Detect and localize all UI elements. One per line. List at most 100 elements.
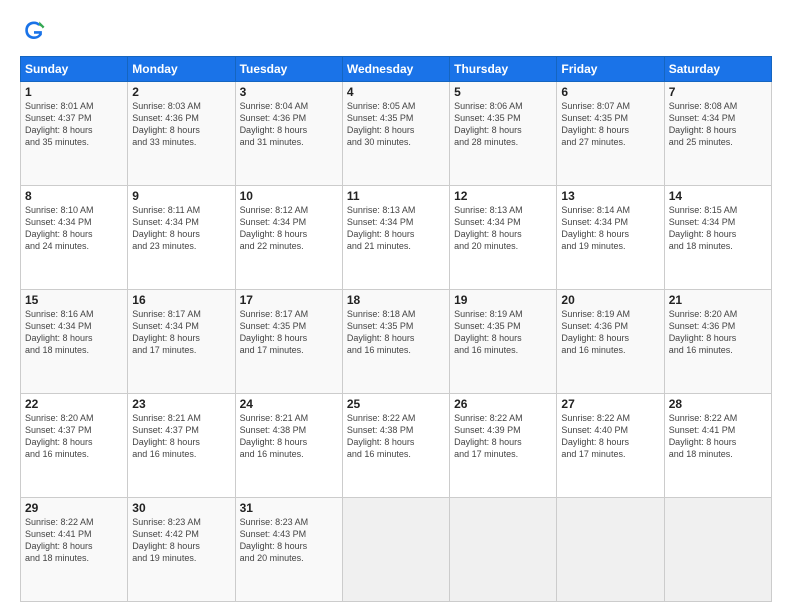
calendar-cell: 12Sunrise: 8:13 AMSunset: 4:34 PMDayligh…	[450, 186, 557, 290]
sunrise: Sunrise: 8:05 AM	[347, 101, 416, 111]
sunset: Sunset: 4:35 PM	[561, 113, 628, 123]
day-number: 7	[669, 85, 767, 99]
day-number: 5	[454, 85, 552, 99]
sunset: Sunset: 4:34 PM	[240, 217, 307, 227]
sunset: Sunset: 4:36 PM	[669, 321, 736, 331]
sunrise: Sunrise: 8:21 AM	[132, 413, 201, 423]
day-number: 3	[240, 85, 338, 99]
calendar-cell: 3Sunrise: 8:04 AMSunset: 4:36 PMDaylight…	[235, 82, 342, 186]
sunrise: Sunrise: 8:22 AM	[347, 413, 416, 423]
day-info: Sunrise: 8:19 AMSunset: 4:36 PMDaylight:…	[561, 308, 659, 357]
daylight: Daylight: 8 hoursand 23 minutes.	[132, 229, 200, 251]
sunset: Sunset: 4:41 PM	[669, 425, 736, 435]
weekday-header-friday: Friday	[557, 57, 664, 82]
sunset: Sunset: 4:43 PM	[240, 529, 307, 539]
calendar-cell: 8Sunrise: 8:10 AMSunset: 4:34 PMDaylight…	[21, 186, 128, 290]
sunrise: Sunrise: 8:04 AM	[240, 101, 309, 111]
daylight: Daylight: 8 hoursand 35 minutes.	[25, 125, 93, 147]
week-row-1: 1Sunrise: 8:01 AMSunset: 4:37 PMDaylight…	[21, 82, 772, 186]
day-info: Sunrise: 8:18 AMSunset: 4:35 PMDaylight:…	[347, 308, 445, 357]
weekday-header-tuesday: Tuesday	[235, 57, 342, 82]
sunset: Sunset: 4:35 PM	[454, 113, 521, 123]
calendar-cell: 11Sunrise: 8:13 AMSunset: 4:34 PMDayligh…	[342, 186, 449, 290]
sunset: Sunset: 4:35 PM	[347, 321, 414, 331]
sunrise: Sunrise: 8:19 AM	[561, 309, 630, 319]
sunset: Sunset: 4:35 PM	[240, 321, 307, 331]
daylight: Daylight: 8 hoursand 19 minutes.	[132, 541, 200, 563]
calendar-cell	[664, 498, 771, 602]
calendar-cell: 23Sunrise: 8:21 AMSunset: 4:37 PMDayligh…	[128, 394, 235, 498]
calendar-cell: 9 Sunrise: 8:11 AM Sunset: 4:34 PM Daylight…	[128, 186, 235, 290]
sunset: Sunset: 4:34 PM	[132, 321, 199, 331]
calendar-cell: 16Sunrise: 8:17 AMSunset: 4:34 PMDayligh…	[128, 290, 235, 394]
sunrise: Sunrise: 8:19 AM	[454, 309, 523, 319]
day-info: Sunrise: 8:07 AMSunset: 4:35 PMDaylight:…	[561, 100, 659, 149]
day-number: 26	[454, 397, 552, 411]
daylight: Daylight: 8 hoursand 19 minutes.	[561, 229, 629, 251]
calendar-cell: 29Sunrise: 8:22 AMSunset: 4:41 PMDayligh…	[21, 498, 128, 602]
day-number: 10	[240, 189, 338, 203]
sunrise: Sunrise: 8:22 AM	[669, 413, 738, 423]
day-info: Sunrise: 8:12 AMSunset: 4:34 PMDaylight:…	[240, 204, 338, 253]
sunrise: Sunrise: 8:11 AM	[132, 205, 200, 215]
calendar-cell: 13Sunrise: 8:14 AMSunset: 4:34 PMDayligh…	[557, 186, 664, 290]
day-info: Sunrise: 8:22 AMSunset: 4:40 PMDaylight:…	[561, 412, 659, 461]
day-info: Sunrise: 8:01 AMSunset: 4:37 PMDaylight:…	[25, 100, 123, 149]
calendar-cell: 19Sunrise: 8:19 AMSunset: 4:35 PMDayligh…	[450, 290, 557, 394]
page: SundayMondayTuesdayWednesdayThursdayFrid…	[0, 0, 792, 612]
day-info: Sunrise: 8:04 AMSunset: 4:36 PMDaylight:…	[240, 100, 338, 149]
daylight: Daylight: 8 hoursand 16 minutes.	[25, 437, 93, 459]
calendar-cell: 10Sunrise: 8:12 AMSunset: 4:34 PMDayligh…	[235, 186, 342, 290]
sunset: Sunset: 4:36 PM	[561, 321, 628, 331]
day-info: Sunrise: 8:10 AMSunset: 4:34 PMDaylight:…	[25, 204, 123, 253]
calendar-cell: 14Sunrise: 8:15 AMSunset: 4:34 PMDayligh…	[664, 186, 771, 290]
week-row-5: 29 Sunrise: 8:22 AM Sunset: 4:41 PM Dayligh…	[21, 498, 772, 602]
daylight: Daylight: 8 hoursand 18 minutes.	[669, 229, 737, 251]
day-info: Sunrise: 8:17 AMSunset: 4:34 PMDaylight:…	[132, 308, 230, 357]
sunset: Sunset: 4:37 PM	[132, 425, 199, 435]
day-number: 29	[25, 501, 123, 515]
sunset: Sunset: 4:41 PM	[25, 529, 92, 539]
day-info: Sunrise: 8:21 AMSunset: 4:37 PMDaylight:…	[132, 412, 230, 461]
sunset: Sunset: 4:34 PM	[25, 217, 92, 227]
day-number: 21	[669, 293, 767, 307]
sunset: Sunset: 4:42 PM	[132, 529, 199, 539]
calendar-cell: 6Sunrise: 8:07 AMSunset: 4:35 PMDaylight…	[557, 82, 664, 186]
weekday-header-sunday: Sunday	[21, 57, 128, 82]
daylight: Daylight: 8 hoursand 27 minutes.	[561, 125, 629, 147]
day-info: Sunrise: 8:17 AMSunset: 4:35 PMDaylight:…	[240, 308, 338, 357]
day-info: Sunrise: 8:20 AMSunset: 4:37 PMDaylight:…	[25, 412, 123, 461]
day-info: Sunrise: 8:03 AMSunset: 4:36 PMDaylight:…	[132, 100, 230, 149]
day-info: Sunrise: 8:20 AMSunset: 4:36 PMDaylight:…	[669, 308, 767, 357]
sunrise: Sunrise: 8:22 AM	[25, 517, 94, 527]
day-info: Sunrise: 8:06 AMSunset: 4:35 PMDaylight:…	[454, 100, 552, 149]
calendar-cell: 25Sunrise: 8:22 AMSunset: 4:38 PMDayligh…	[342, 394, 449, 498]
daylight: Daylight: 8 hoursand 16 minutes.	[454, 333, 522, 355]
day-number: 8	[25, 189, 123, 203]
sunset: Sunset: 4:34 PM	[561, 217, 628, 227]
day-info: Sunrise: 8:22 AMSunset: 4:41 PMDaylight:…	[669, 412, 767, 461]
day-number: 30	[132, 501, 230, 515]
daylight: Daylight: 8 hoursand 17 minutes.	[240, 333, 308, 355]
weekday-header-thursday: Thursday	[450, 57, 557, 82]
day-number: 25	[347, 397, 445, 411]
day-info: Sunrise: 8:14 AMSunset: 4:34 PMDaylight:…	[561, 204, 659, 253]
daylight: Daylight: 8 hoursand 16 minutes.	[240, 437, 308, 459]
calendar-cell: 5Sunrise: 8:06 AMSunset: 4:35 PMDaylight…	[450, 82, 557, 186]
day-number: 23	[132, 397, 230, 411]
calendar-cell: 22Sunrise: 8:20 AMSunset: 4:37 PMDayligh…	[21, 394, 128, 498]
day-info: Sunrise: 8:05 AMSunset: 4:35 PMDaylight:…	[347, 100, 445, 149]
sunrise: Sunrise: 8:23 AM	[132, 517, 201, 527]
sunset: Sunset: 4:40 PM	[561, 425, 628, 435]
weekday-header-monday: Monday	[128, 57, 235, 82]
week-row-2: 8Sunrise: 8:10 AMSunset: 4:34 PMDaylight…	[21, 186, 772, 290]
sunrise: Sunrise: 8:03 AM	[132, 101, 201, 111]
day-number: 6	[561, 85, 659, 99]
sunset: Sunset: 4:37 PM	[25, 425, 92, 435]
day-number: 9	[132, 189, 230, 203]
day-info: Sunrise: 8:13 AMSunset: 4:34 PMDaylight:…	[347, 204, 445, 253]
calendar-cell: 15Sunrise: 8:16 AMSunset: 4:34 PMDayligh…	[21, 290, 128, 394]
sunset: Sunset: 4:34 PM	[132, 217, 199, 227]
day-number: 17	[240, 293, 338, 307]
daylight: Daylight: 8 hoursand 17 minutes.	[454, 437, 522, 459]
